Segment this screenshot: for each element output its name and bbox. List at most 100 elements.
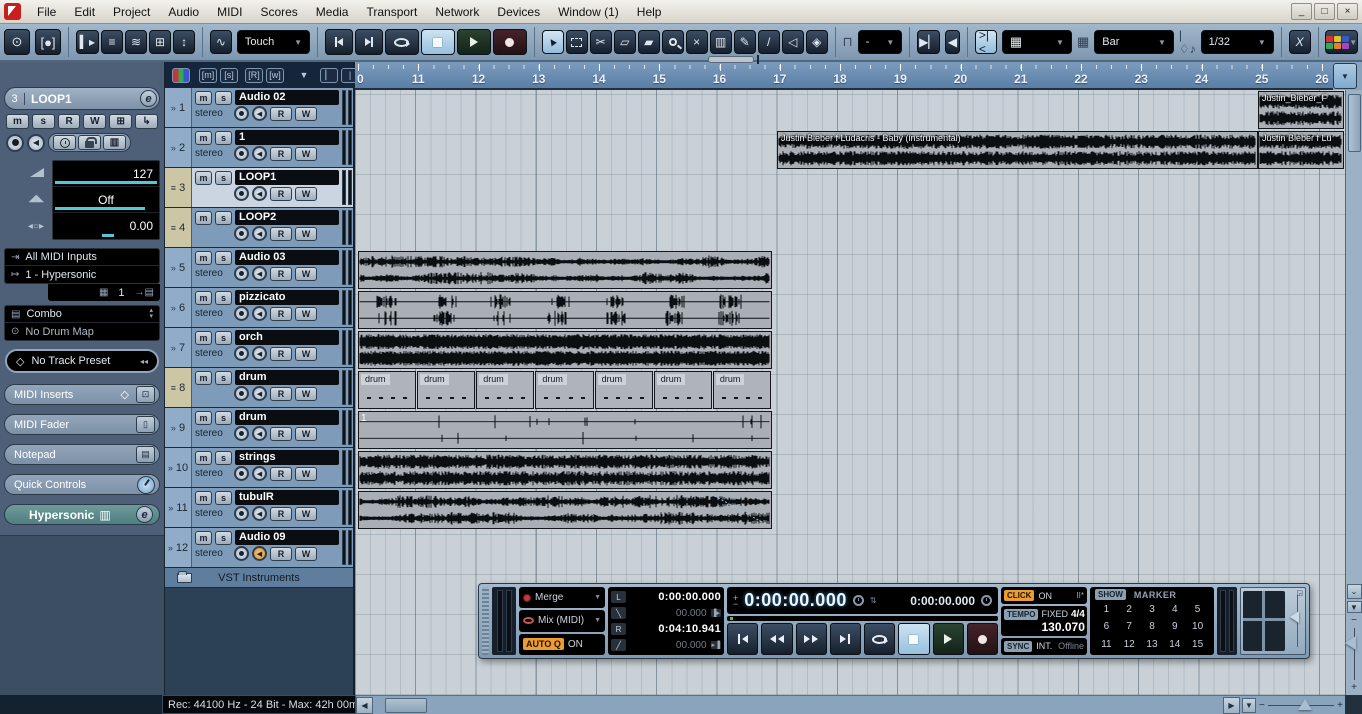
- secondary-time-value[interactable]: 0:00:00.000: [910, 594, 975, 608]
- menu-help[interactable]: Help: [628, 0, 671, 23]
- horizontal-scrollbar[interactable]: ◀ ▶: [356, 695, 1240, 714]
- scroll-down-button[interactable]: ⌄: [1347, 584, 1362, 599]
- monitor-button[interactable]: ◀: [252, 106, 267, 121]
- input-routing-field[interactable]: ⇥ All MIDI Inputs: [5, 249, 159, 266]
- step-input-icon[interactable]: ⊓: [842, 34, 852, 50]
- goto-end-button[interactable]: [830, 623, 861, 655]
- playhead-handle[interactable]: [708, 56, 754, 63]
- right-locator-icon[interactable]: R: [611, 623, 626, 635]
- inspector-mute-button[interactable]: m: [6, 114, 29, 129]
- audio-event[interactable]: [358, 251, 772, 289]
- precount-icon[interactable]: II*: [1076, 591, 1084, 600]
- cycle-button[interactable]: [864, 623, 895, 655]
- monitor-button[interactable]: ◀: [252, 466, 267, 481]
- marker-button-13[interactable]: 13: [1146, 639, 1157, 650]
- write-button[interactable]: W: [295, 187, 317, 201]
- track-preset-field[interactable]: ◇ No Track Preset ◂◂: [5, 349, 159, 373]
- menu-edit[interactable]: Edit: [65, 0, 104, 23]
- vertical-zoom-slider[interactable]: [1354, 628, 1355, 680]
- show-overview-button[interactable]: ≋: [125, 30, 147, 54]
- master-level-slider[interactable]: [1288, 591, 1303, 651]
- show-inspector-button[interactable]: ▍▸: [76, 30, 99, 54]
- open-mixer-button[interactable]: ↕: [173, 30, 195, 54]
- write-button[interactable]: W: [295, 427, 317, 441]
- autoscroll-button[interactable]: ▶▏: [917, 30, 940, 54]
- global-mute-button[interactable]: [m]: [199, 68, 217, 83]
- menu-midi[interactable]: MIDI: [208, 0, 251, 23]
- swap-time-icon[interactable]: ⇅: [870, 596, 877, 605]
- track-row-11[interactable]: »11mstubulRstereo◀RW: [165, 488, 353, 528]
- midi-part[interactable]: drum: [417, 371, 475, 409]
- track-row-6[interactable]: »6mspizzicatostereo◀RW: [165, 288, 353, 328]
- midi-part[interactable]: drum: [358, 371, 416, 409]
- marker-button-7[interactable]: 7: [1126, 621, 1132, 632]
- write-button[interactable]: W: [295, 387, 317, 401]
- autoscroll-suspend-button[interactable]: ◀: [945, 30, 960, 54]
- track-number-cell[interactable]: »6: [165, 288, 192, 327]
- vertical-scrollbar[interactable]: ⌄ ▼ − +: [1345, 90, 1362, 695]
- track-name[interactable]: strings: [235, 450, 339, 465]
- mute-button[interactable]: m: [195, 251, 212, 265]
- scrub-tool[interactable]: ◁: [782, 30, 804, 54]
- track-number-cell[interactable]: »2: [165, 128, 192, 167]
- output-routing-field[interactable]: ↦ 1 - Hypersonic: [5, 266, 159, 283]
- track-row-3[interactable]: ≡3msLOOP1◀RW: [165, 168, 353, 208]
- horizontal-zoom-handle[interactable]: [1298, 699, 1312, 710]
- menu-audio[interactable]: Audio: [159, 0, 208, 23]
- drum-map-selector[interactable]: ⊙ No Drum Map: [5, 323, 159, 340]
- track-row-10[interactable]: »10msstringsstereo◀RW: [165, 448, 353, 488]
- track-name[interactable]: LOOP1: [235, 170, 339, 185]
- monitor-button[interactable]: ◀: [252, 266, 267, 281]
- play-button[interactable]: [933, 623, 964, 655]
- record-button[interactable]: [967, 623, 998, 655]
- read-button[interactable]: R: [270, 507, 292, 521]
- marker-button-2[interactable]: 2: [1126, 604, 1132, 615]
- nudge-buttons[interactable]: +−: [733, 595, 738, 607]
- menu-scores[interactable]: Scores: [251, 0, 306, 23]
- notepad-icon[interactable]: ▤: [136, 446, 155, 463]
- delay-field[interactable]: 0.00: [53, 213, 159, 239]
- monitor-button[interactable]: ◀: [252, 146, 267, 161]
- scroll-right-button[interactable]: ▶: [1223, 697, 1240, 714]
- inspector-solo-button[interactable]: s: [32, 114, 55, 129]
- solo-button[interactable]: s: [215, 411, 232, 425]
- quantize-dropdown[interactable]: 1/32 ▼: [1201, 30, 1274, 54]
- mute-button[interactable]: m: [195, 291, 212, 305]
- section-midi-inserts[interactable]: MIDI Inserts ◇ ⊡: [4, 384, 160, 405]
- marker-button-10[interactable]: 10: [1192, 621, 1203, 632]
- menu-window-1-[interactable]: Window (1): [549, 0, 628, 23]
- solo-button[interactable]: s: [215, 251, 232, 265]
- inspector-read-button[interactable]: R: [58, 114, 81, 129]
- click-toggle[interactable]: CLICK ON II*: [1001, 587, 1087, 604]
- record-arm-button[interactable]: [234, 106, 249, 121]
- sync-toggle[interactable]: SYNC INT. Offline: [1001, 638, 1087, 655]
- menu-project[interactable]: Project: [104, 0, 159, 23]
- zoom-out-vertical-label[interactable]: −: [1351, 615, 1357, 626]
- transport-panel[interactable]: Merge ▼ Mix (MIDI) ▼ AUTO Q ON L 0:00:00…: [478, 583, 1310, 659]
- global-solo-button[interactable]: [s]: [220, 68, 238, 83]
- track-number-cell[interactable]: »5: [165, 248, 192, 287]
- track-name[interactable]: Audio 09: [235, 530, 339, 545]
- read-button[interactable]: R: [270, 107, 292, 121]
- track-name[interactable]: drum: [235, 410, 339, 425]
- punch-in-icon[interactable]: ▐▸: [711, 609, 721, 617]
- inserts-bypass-icon[interactable]: ⊡: [136, 386, 155, 403]
- mute-button[interactable]: m: [195, 491, 212, 505]
- section-notepad[interactable]: Notepad ▤: [4, 444, 160, 465]
- restore-button[interactable]: □: [1314, 3, 1335, 20]
- global-read-button[interactable]: [R]: [245, 68, 263, 83]
- track-name[interactable]: drum: [235, 370, 339, 385]
- step-input-dropdown[interactable]: - ▼: [858, 30, 903, 54]
- mute-button[interactable]: m: [195, 131, 212, 145]
- write-button[interactable]: W: [295, 267, 317, 281]
- track-number-cell[interactable]: »9: [165, 408, 192, 447]
- midi-channel-field[interactable]: ▦ 1 →▤: [48, 284, 160, 301]
- zoom-preset-dropdown[interactable]: ▼: [1347, 601, 1362, 613]
- tempo-value[interactable]: 130.070: [1004, 622, 1085, 633]
- record-arm-button[interactable]: [234, 226, 249, 241]
- read-button[interactable]: R: [270, 347, 292, 361]
- mute-button[interactable]: m: [195, 211, 212, 225]
- goto-start-button[interactable]: [325, 29, 353, 55]
- mute-button[interactable]: m: [195, 171, 212, 185]
- track-name[interactable]: tubulR: [235, 490, 339, 505]
